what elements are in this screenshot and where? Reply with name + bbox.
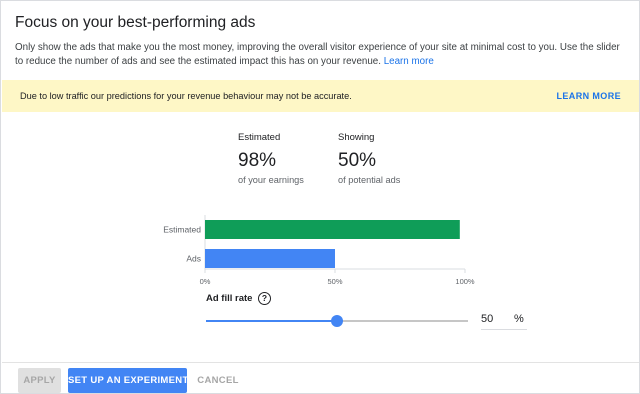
ad-fill-rate-slider[interactable] [206, 315, 468, 327]
ad-fill-rate-input[interactable]: 50 % [481, 312, 527, 330]
slider-fill [206, 320, 337, 322]
estimated-value: 98% [238, 150, 277, 171]
percent-unit: % [514, 313, 524, 325]
bar-ads [205, 249, 335, 268]
showing-label: Showing [338, 132, 375, 143]
warning-text: Due to low traffic our predictions for y… [20, 91, 352, 101]
slider-thumb[interactable] [331, 315, 343, 327]
apply-button[interactable]: APPLY [18, 368, 61, 393]
cancel-button[interactable]: CANCEL [195, 368, 241, 393]
impact-bar-chart: 0% 50% 100% Estimated Ads [163, 215, 475, 286]
footer-divider [2, 362, 639, 363]
description-learn-more-link[interactable]: Learn more [384, 56, 434, 67]
showing-ads-stat: Showing 50% of potential ads [338, 132, 400, 185]
set-up-experiment-button[interactable]: SET UP AN EXPERIMENT [68, 368, 188, 393]
showing-value: 50% [338, 150, 377, 171]
ad-fill-rate-label: Ad fill rate [206, 293, 253, 304]
description-text: Only show the ads that make you the most… [15, 42, 620, 67]
panel-description: Only show the ads that make you the most… [15, 41, 627, 69]
bar-estimated [205, 220, 460, 239]
estimated-sub: of your earnings [238, 175, 304, 185]
showing-sub: of potential ads [338, 175, 401, 185]
low-traffic-warning: Due to low traffic our predictions for y… [2, 80, 639, 112]
estimated-earnings-stat: Estimated 98% of your earnings [238, 132, 304, 185]
panel-title: Focus on your best-performing ads [15, 14, 256, 31]
bar-label-estimated: Estimated [163, 225, 201, 235]
help-icon[interactable]: ? [258, 292, 271, 305]
x-tick-label: 50% [327, 277, 342, 286]
warning-learn-more-link[interactable]: LEARN MORE [557, 91, 622, 101]
x-tick-label: 0% [200, 277, 211, 286]
ad-focus-panel: Focus on your best-performing ads Only s… [0, 0, 640, 394]
ad-fill-rate-value: 50 [481, 313, 494, 325]
x-tick-label: 100% [455, 277, 475, 286]
bar-label-ads: Ads [186, 254, 201, 264]
estimated-label: Estimated [238, 132, 281, 143]
